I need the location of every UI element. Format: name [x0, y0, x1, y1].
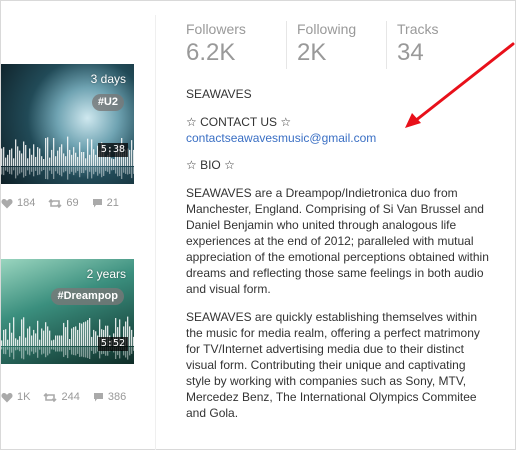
- track-age: 3 days: [90, 72, 126, 86]
- comment-button[interactable]: 21: [92, 197, 119, 209]
- comment-icon: [92, 198, 102, 207]
- track-age: 2 years: [86, 267, 126, 281]
- like-button[interactable]: 184: [1, 197, 35, 209]
- comment-icon: [93, 392, 103, 401]
- following-count[interactable]: Following 2K: [286, 21, 386, 69]
- track-duration: 5:38: [97, 143, 128, 157]
- profile-bio: SEAWAVES ☆ CONTACT US ☆ contactseawavesm…: [186, 86, 491, 433]
- screenshot-frame: 3 days #U2 5:38 184 69 21 2 years #Dream…: [0, 0, 516, 450]
- count-label: Following: [297, 21, 357, 37]
- comment-button[interactable]: 386: [93, 391, 126, 403]
- like-button[interactable]: 1K: [1, 391, 30, 403]
- contact-heading: ☆ CONTACT US ☆: [186, 115, 292, 129]
- track-stats: 184 69 21: [1, 195, 132, 211]
- comment-count: 21: [106, 197, 119, 209]
- followers-count[interactable]: Followers 6.2K: [186, 21, 286, 69]
- comment-count: 386: [107, 391, 127, 403]
- count-label: Followers: [186, 21, 246, 37]
- track-tag[interactable]: #U2: [91, 94, 124, 111]
- heart-icon: [1, 392, 13, 402]
- heart-icon: [1, 198, 13, 208]
- repost-button[interactable]: 69: [48, 197, 79, 209]
- annotation-arrow-icon: [405, 42, 515, 128]
- bio-paragraph: SEAWAVES are a Dreampop/Indietronica duo…: [186, 186, 489, 296]
- repost-icon: [48, 198, 62, 208]
- repost-count: 69: [66, 197, 79, 209]
- track-artwork[interactable]: 3 days #U2 5:38: [1, 64, 134, 184]
- contact-email-link[interactable]: contactseawavesmusic@gmail.com: [186, 131, 376, 145]
- repost-icon: [43, 392, 58, 402]
- track-artwork[interactable]: 2 years #Dreampop 5:52: [1, 259, 134, 364]
- track-duration: 5:52: [97, 337, 128, 351]
- bio-paragraph: SEAWAVES are quickly establishing themse…: [186, 310, 480, 420]
- count-value: 6.2K: [186, 39, 236, 66]
- count-label: Tracks: [397, 21, 439, 37]
- count-value: 2K: [297, 39, 327, 66]
- bio-heading: ☆ BIO ☆: [186, 158, 235, 172]
- waveform[interactable]: [1, 312, 134, 360]
- repost-button[interactable]: 244: [43, 391, 80, 403]
- track-stats: 1K 244 386: [1, 389, 139, 405]
- column-divider: [155, 15, 156, 450]
- repost-count: 244: [61, 391, 80, 403]
- like-count: 184: [17, 197, 36, 209]
- track-tag[interactable]: #Dreampop: [51, 288, 124, 305]
- like-count: 1K: [17, 391, 31, 403]
